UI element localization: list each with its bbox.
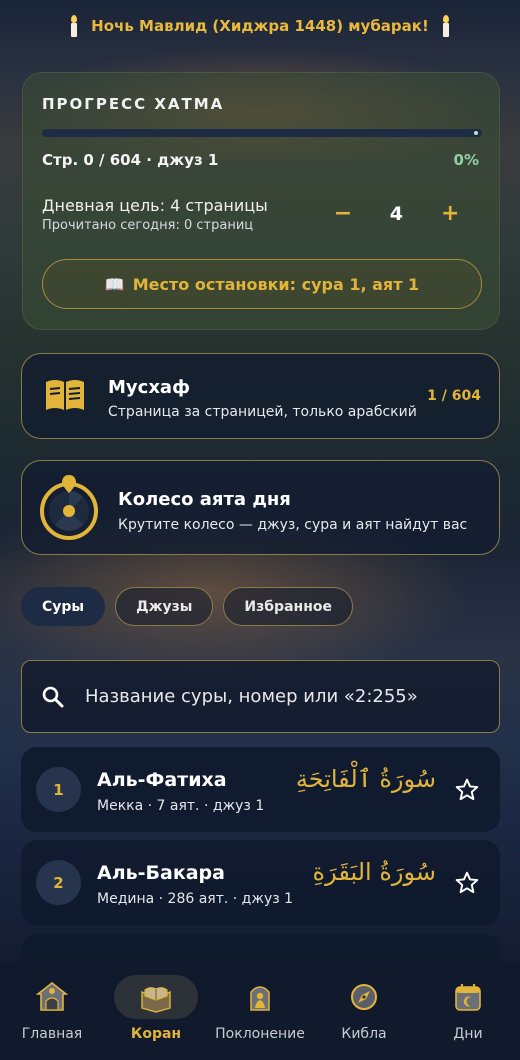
tab-suras[interactable]: Суры [21,587,106,626]
tab-favorites[interactable]: Избранное [223,587,353,626]
prayer-icon [250,986,270,1011]
mushaf-subtitle: Страница за страницей, только арабский [108,404,417,420]
wheel-title: Колесо аята дня [118,489,291,510]
holiday-banner: Ночь Мавлид (Хиджра 1448) мубарак! [0,0,520,52]
home-mosque-icon [35,981,69,1011]
nav-label: Дни [453,1026,483,1042]
nav-label: Кибла [341,1026,387,1042]
nav-days[interactable]: Дни [416,962,520,1060]
resume-bookmark-button[interactable]: 📖 Место остановки: сура 1, аят 1 [42,259,482,309]
sura-row[interactable]: 2 Аль-Бакара Медина · 286 аят. · джуз 1 … [21,840,500,925]
star-icon[interactable] [454,870,480,896]
progress-page-info: Стр. 0 / 604 · джуз 1 [42,151,219,169]
sura-row[interactable]: 1 Аль-Фатиха Мекка · 7 аят. · джуз 1 سُو… [21,747,500,832]
daily-goal-stepper: − 4 + [334,201,460,226]
wheel-subtitle: Крутите колесо — джуз, сура и аят найдут… [118,517,468,533]
nav-label: Поклонение [215,1026,305,1042]
nav-quran[interactable]: Коран [104,962,208,1060]
calendar-icon [455,984,481,1011]
star-icon[interactable] [454,777,480,803]
nav-worship[interactable]: Поклонение [208,962,312,1060]
nav-qibla[interactable]: Кибла [312,962,416,1060]
banner-text: Ночь Мавлид (Хиджра 1448) мубарак! [91,17,429,35]
sura-number: 2 [36,860,81,905]
nav-label: Коран [130,1026,182,1042]
candle-icon [441,15,451,37]
daily-goal-label: Дневная цель: 4 страницы [42,196,268,215]
wheel-icon [40,475,98,540]
search-placeholder: Название суры, номер или «2:255» [85,686,418,707]
sura-arabic-name: سُورَةُ ٱلْفَاتِحَةِ [295,765,436,793]
list-tabs: Суры Джузы Избранное [21,587,353,626]
khatm-progress-card: ПРОГРЕСС ХАТМА Стр. 0 / 604 · джуз 1 0% … [22,72,500,330]
sura-arabic-name: سُورَةُ البَقَرَةِ [312,858,436,886]
sura-name: Аль-Бакара [97,862,225,884]
nav-home[interactable]: Главная [0,962,104,1060]
sura-search-field[interactable]: Название суры, номер или «2:255» [21,660,500,733]
sura-name: Аль-Фатиха [97,769,227,791]
decrease-goal-button[interactable]: − [334,201,352,226]
nav-label: Главная [21,1026,83,1042]
bookmark-label: Место остановки: сура 1, аят 1 [132,274,420,294]
increase-goal-button[interactable]: + [441,201,459,226]
book-icon: 📖 [104,274,125,294]
goal-value: 4 [389,202,403,225]
quran-icon [141,987,171,1013]
mushaf-card[interactable]: Мусхаф Страница за страницей, только ара… [21,353,500,439]
candle-icon [69,15,79,37]
ayah-wheel-card[interactable]: Колесо аята дня Крутите колесо — джуз, с… [21,460,500,555]
open-book-icon [46,380,84,410]
progress-percent: 0% [453,151,479,169]
read-today-label: Прочитано сегодня: 0 страниц [42,218,254,233]
progress-bar [42,129,482,137]
tab-juzs[interactable]: Джузы [115,587,214,626]
mushaf-title: Мусхаф [108,377,190,398]
progress-bar-end-dot [474,131,478,135]
progress-title: ПРОГРЕСС ХАТМА [42,95,225,113]
sura-meta: Мекка · 7 аят. · джуз 1 [97,798,265,814]
sura-number: 1 [36,767,81,812]
compass-icon [351,984,377,1010]
sura-meta: Медина · 286 аят. · джуз 1 [97,891,294,907]
search-icon [42,686,64,707]
mushaf-page-count: 1 / 604 [427,388,481,404]
bottom-navigation: Главная Коран Поклонение Кибла Дни [0,962,520,1060]
